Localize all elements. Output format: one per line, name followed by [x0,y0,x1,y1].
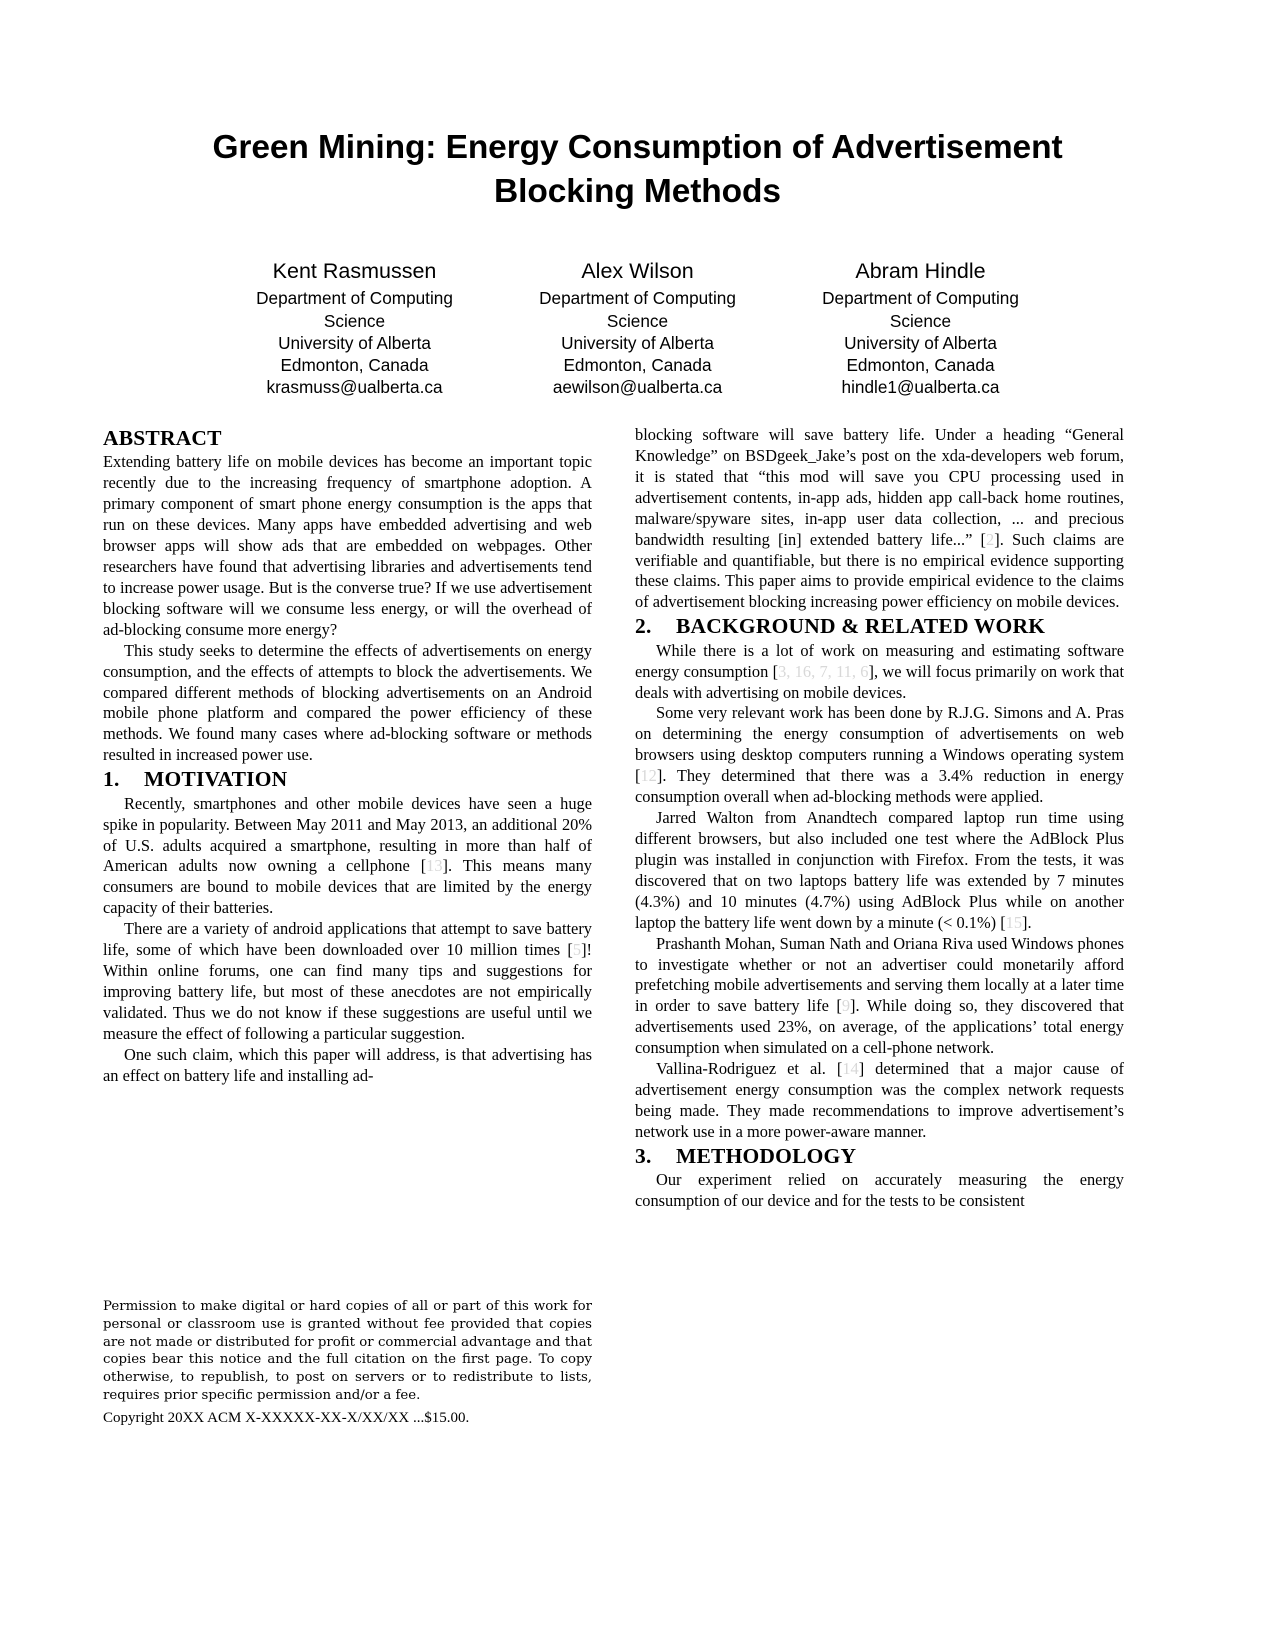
column-right: blocking software will save battery life… [635,425,1124,1212]
author-entry: Abram Hindle Department of Computing Sci… [779,258,1062,398]
motivation-paragraph-2: There are a variety of android applicati… [103,919,592,1045]
author-entry: Alex Wilson Department of Computing Scie… [496,258,779,398]
author-name: Kent Rasmussen [272,259,437,284]
author-name: Abram Hindle [855,259,986,284]
body-columns: ABSTRACT Extending battery life on mobil… [103,425,1173,1212]
author-city: Edmonton, Canada [846,354,995,375]
author-institution: University of Alberta [844,332,997,353]
author-department-2: Science [889,310,952,331]
author-department-2: Science [323,310,386,331]
author-city: Edmonton, Canada [563,354,712,375]
section-number: 2. [635,614,652,639]
author-email[interactable]: krasmuss@ualberta.ca [213,376,496,398]
author-entry: Kent Rasmussen Department of Computing S… [213,258,496,398]
paragraph-text: Vallina-Rodriguez et al. [ [656,1059,843,1079]
paragraph-text: ]. [1022,912,1032,932]
column2-continuation-paragraph: blocking software will save battery life… [635,425,1124,613]
author-email[interactable]: aewilson@ualberta.ca [496,376,779,398]
author-institution: University of Alberta [278,332,431,353]
author-city: Edmonton, Canada [280,354,429,375]
section-title: BACKGROUND & RELATED WORK [676,614,1046,639]
abstract-paragraph-1: Extending battery life on mobile devices… [103,452,592,639]
page-title: Green Mining: Energy Consumption of Adve… [212,129,1063,211]
author-institution: University of Alberta [561,332,714,353]
paper-page: Green Mining: Energy Consumption of Adve… [0,0,1275,1650]
citation-ref[interactable]: 12 [640,766,656,785]
citation-ref[interactable]: 15 [1006,913,1022,932]
citation-ref[interactable]: 5 [573,940,581,959]
citation-ref[interactable]: 13 [426,856,442,875]
abstract-heading: ABSTRACT [103,426,222,450]
copyright-permission-text: Permission to make digital or hard copie… [103,1299,592,1403]
citation-ref[interactable]: 14 [842,1059,858,1078]
author-name: Alex Wilson [581,259,694,284]
motivation-paragraph-3: One such claim, which this paper will ad… [103,1044,592,1085]
copyright-notice: Permission to make digital or hard copie… [103,1298,592,1428]
background-paragraph-4: Prashanth Mohan, Suman Nath and Oriana R… [635,934,1124,1060]
paragraph-text: There are a variety of android applicati… [103,919,592,960]
background-paragraph-5: Vallina-Rodriguez et al. [14] determined… [635,1059,1124,1143]
author-department-2: Science [606,310,669,331]
paragraph-text: ]. They determined that there was a 3.4%… [635,766,1124,807]
background-paragraph-1: While there is a lot of work on measurin… [635,641,1124,704]
section-title: MOTIVATION [144,767,288,792]
section-title: METHODOLOGY [676,1143,857,1168]
column-left: ABSTRACT Extending battery life on mobil… [103,425,592,1212]
copyright-acm-line: Copyright 20XX ACM X-XXXXX-XX-X/XX/XX ..… [103,1409,470,1426]
citation-ref[interactable]: 9 [842,996,850,1015]
paragraph-text: Jarred Walton from Anandtech compared la… [635,808,1124,932]
citation-ref[interactable]: 2 [986,530,994,549]
title-block: Green Mining: Energy Consumption of Adve… [0,0,1275,214]
abstract-paragraph-2: This study seeks to determine the effect… [103,640,592,765]
motivation-paragraph-1: Recently, smartphones and other mobile d… [103,794,592,920]
author-department: Department of Computing [822,288,1019,309]
background-paragraph-2: Some very relevant work has been done by… [635,703,1124,808]
section-number: 1. [103,767,120,792]
author-email[interactable]: hindle1@ualberta.ca [779,376,1062,398]
section-heading-background: 2. BACKGROUND & RELATED WORK [635,613,1124,640]
section-heading-motivation: 1. MOTIVATION [103,766,592,793]
section-heading-methodology: 3. METHODOLOGY [635,1143,1124,1170]
author-department: Department of Computing [256,288,453,309]
author-block: Kent Rasmussen Department of Computing S… [0,258,1275,398]
section-number: 3. [635,1143,652,1168]
author-department: Department of Computing [539,288,736,309]
citation-ref[interactable]: 3, 16, 7, 11, 6 [778,662,868,681]
methodology-paragraph-1: Our experiment relied on accurately meas… [635,1170,1124,1211]
background-paragraph-3: Jarred Walton from Anandtech compared la… [635,808,1124,934]
